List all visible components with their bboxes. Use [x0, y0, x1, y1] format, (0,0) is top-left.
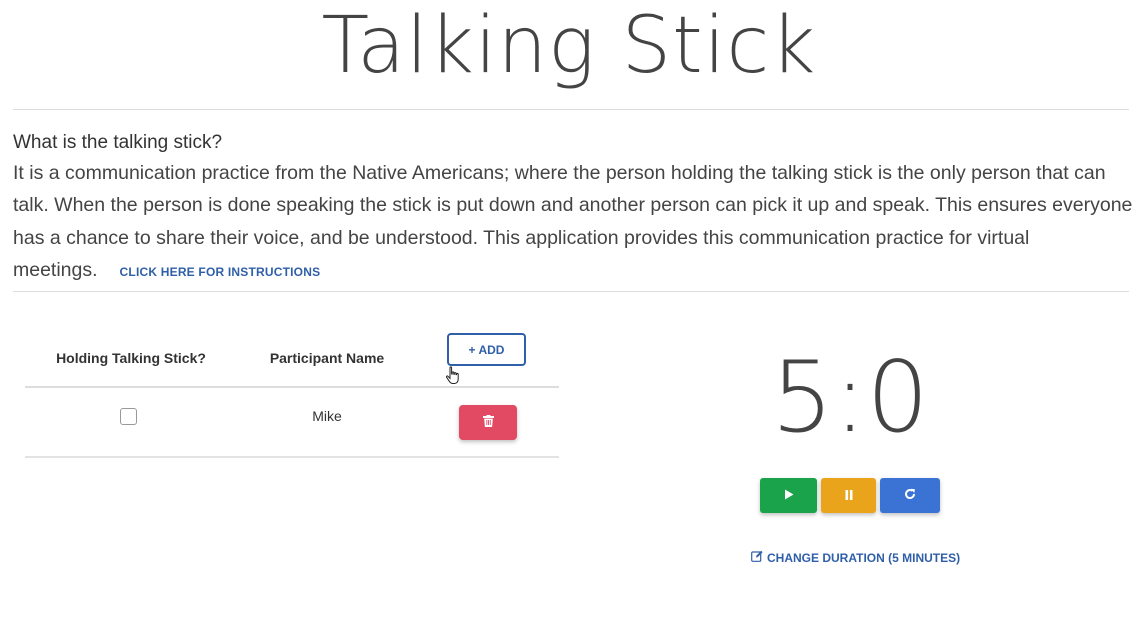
change-duration-link[interactable]: CHANGE DURATION (5 MINUTES) — [751, 550, 960, 565]
divider-top — [13, 109, 1129, 110]
edit-icon — [751, 550, 763, 565]
timer-display: 5:0 — [771, 341, 929, 455]
about-paragraph: It is a communication practice from the … — [13, 157, 1133, 288]
delete-participant-button[interactable] — [459, 405, 517, 440]
pause-button[interactable] — [821, 478, 876, 513]
play-button[interactable] — [760, 478, 817, 513]
hand-cursor-icon — [445, 366, 461, 390]
pause-icon — [845, 487, 853, 505]
table-header: Holding Talking Stick? Participant Name … — [25, 330, 559, 388]
about-section: What is the talking stick? It is a commu… — [13, 129, 1133, 288]
about-text: It is a communication practice from the … — [13, 162, 1133, 281]
reset-icon — [904, 487, 916, 505]
change-duration-label: CHANGE DURATION (5 MINUTES) — [767, 550, 961, 565]
divider-bottom — [13, 291, 1129, 292]
about-question: What is the talking stick? — [13, 132, 223, 153]
col-header-name: Participant Name — [269, 350, 385, 366]
holding-checkbox[interactable] — [120, 408, 137, 425]
instructions-link[interactable]: CLICK HERE FOR INSTRUCTIONS — [120, 265, 321, 279]
play-icon — [784, 487, 794, 505]
participants-table: Holding Talking Stick? Participant Name … — [25, 330, 559, 458]
participant-name: Mike — [312, 408, 342, 424]
table-row: Mike — [25, 388, 559, 458]
trash-icon — [482, 414, 494, 432]
reset-button[interactable] — [880, 478, 940, 513]
add-participant-button[interactable]: + ADD — [447, 333, 526, 366]
col-header-holding: Holding Talking Stick? — [56, 350, 206, 366]
page-title: Talking Stick — [321, 1, 817, 91]
